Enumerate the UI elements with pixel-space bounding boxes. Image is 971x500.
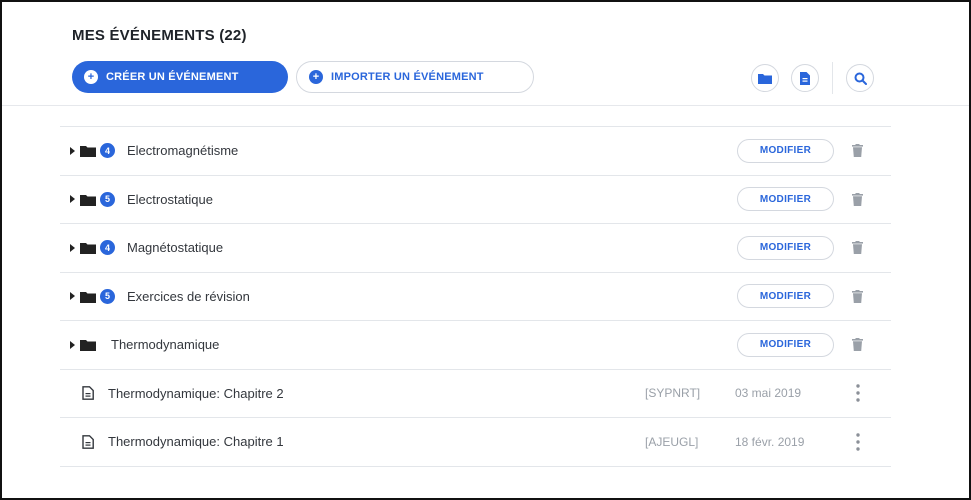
count-badge: 5 — [100, 191, 115, 207]
import-event-button[interactable]: + IMPORTER UN ÉVÉNEMENT — [296, 61, 534, 93]
folder-row[interactable]: 4 Magnétostatique MODIFIER — [60, 224, 891, 273]
folder-row[interactable]: 5 Exercices de révision MODIFIER — [60, 273, 891, 321]
event-code: [SYPNRT] — [645, 386, 701, 401]
import-event-label: IMPORTER UN ÉVÉNEMENT — [331, 71, 484, 83]
toolbar-divider — [832, 62, 833, 94]
document-icon — [82, 386, 94, 401]
page-header: MES ÉVÉNEMENTS (22) + CRÉER UN ÉVÉNEMENT… — [2, 2, 969, 106]
folder-row[interactable]: Thermodynamique MODIFIER — [60, 321, 891, 370]
create-event-button[interactable]: + CRÉER UN ÉVÉNEMENT — [72, 61, 288, 93]
count-badge: 4 — [100, 143, 115, 159]
folder-name: Exercices de révision — [127, 288, 250, 304]
search-icon — [854, 72, 867, 85]
event-name: Thermodynamique: Chapitre 1 — [108, 434, 284, 450]
folder-name: Magnétostatique — [127, 240, 224, 256]
count-badge: 5 — [100, 288, 115, 304]
modify-button[interactable]: MODIFIER — [737, 235, 834, 260]
trash-icon[interactable] — [852, 289, 863, 303]
trash-icon[interactable] — [852, 192, 863, 206]
plus-circle-icon: + — [309, 70, 323, 84]
more-options-icon[interactable] — [852, 382, 864, 404]
folder-row[interactable]: 4 Electromagnétisme MODIFIER — [60, 127, 891, 176]
events-list: 4 Electromagnétisme MODIFIER 5 Electrost… — [60, 126, 891, 467]
folder-add-icon — [758, 73, 772, 84]
plus-circle-icon: + — [84, 70, 98, 84]
folder-icon — [80, 291, 96, 303]
modify-button[interactable]: MODIFIER — [737, 284, 834, 309]
expand-caret-icon[interactable] — [70, 340, 75, 349]
folder-icon — [80, 340, 96, 351]
expand-caret-icon[interactable] — [70, 146, 75, 155]
folder-icon — [80, 243, 96, 254]
trash-icon[interactable] — [852, 241, 863, 255]
folder-row[interactable]: 5 Electrostatique MODIFIER — [60, 176, 891, 224]
create-event-label: CRÉER UN ÉVÉNEMENT — [106, 71, 239, 83]
event-row[interactable]: Thermodynamique: Chapitre 1 [AJEUGL] 18 … — [60, 418, 891, 467]
event-code: [AJEUGL] — [645, 434, 699, 449]
trash-icon[interactable] — [852, 144, 863, 158]
trash-icon[interactable] — [852, 338, 863, 352]
event-name: Thermodynamique: Chapitre 2 — [108, 385, 284, 401]
folder-icon — [80, 146, 96, 157]
search-button[interactable] — [846, 64, 874, 92]
page-title: MES ÉVÉNEMENTS (22) — [72, 27, 247, 44]
expand-caret-icon[interactable] — [70, 195, 75, 204]
expand-caret-icon[interactable] — [70, 292, 75, 301]
new-folder-button[interactable] — [751, 64, 779, 92]
folder-name: Electrostatique — [127, 191, 213, 207]
event-row[interactable]: Thermodynamique: Chapitre 2 [SYPNRT] 03 … — [60, 370, 891, 418]
modify-button[interactable]: MODIFIER — [737, 332, 834, 357]
count-badge: 4 — [100, 240, 115, 256]
event-date: 03 mai 2019 — [735, 386, 802, 401]
event-date: 18 févr. 2019 — [735, 434, 805, 449]
folder-name: Thermodynamique — [111, 337, 220, 353]
document-icon — [82, 434, 94, 449]
more-options-icon[interactable] — [852, 431, 864, 453]
expand-caret-icon[interactable] — [70, 243, 75, 252]
new-document-button[interactable] — [791, 64, 819, 92]
modify-button[interactable]: MODIFIER — [737, 138, 834, 163]
document-add-icon — [800, 71, 810, 85]
folder-name: Electromagnétisme — [127, 143, 239, 159]
modify-button[interactable]: MODIFIER — [737, 187, 834, 212]
folder-icon — [80, 194, 96, 206]
